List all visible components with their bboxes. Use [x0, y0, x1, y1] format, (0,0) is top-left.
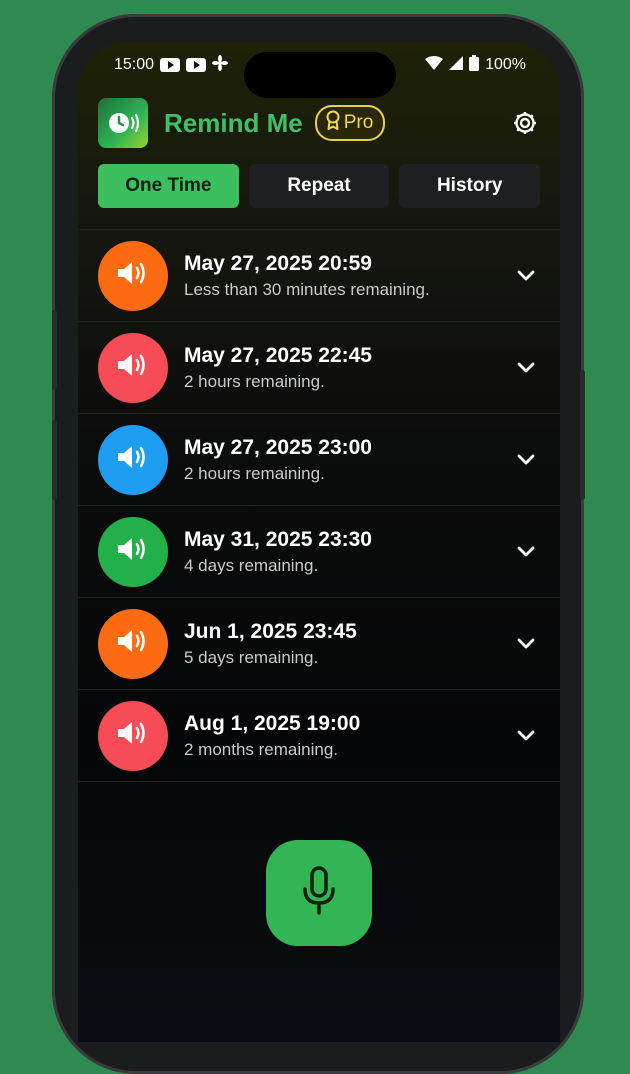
chevron-down-icon[interactable]	[514, 631, 538, 655]
speaker-icon	[116, 535, 150, 568]
reminder-row[interactable]: May 27, 2025 20:59 Less than 30 minutes r…	[78, 229, 560, 322]
youtube-icon	[186, 58, 207, 72]
pro-label: Pro	[343, 112, 374, 133]
speaker-icon	[116, 351, 150, 384]
reminder-datetime: Aug 1, 2025 19:00	[184, 711, 361, 735]
chevron-down-icon[interactable]	[514, 539, 538, 563]
reminder-text: May 27, 2025 20:59 Less than 30 minutes r…	[184, 251, 430, 301]
reminder-text: Aug 1, 2025 19:00 2 months remaining.	[184, 711, 360, 761]
badge-icon	[325, 110, 341, 136]
chevron-down-icon[interactable]	[514, 723, 538, 747]
reminder-datetime: May 27, 2025 22:45	[184, 343, 372, 367]
tab-one-time[interactable]: One Time	[98, 164, 239, 208]
reminder-datetime: May 31, 2025 23:30	[184, 527, 372, 551]
reminder-remaining: 5 days remaining.	[184, 647, 319, 667]
battery-level: 100%	[485, 56, 526, 73]
reminder-text: Jun 1, 2025 23:45 5 days remaining.	[184, 619, 357, 669]
status-bar: 15:00 100%	[114, 54, 526, 76]
reminder-remaining: 2 hours remaining.	[184, 371, 325, 391]
reminder-remaining: 2 months remaining.	[184, 739, 339, 759]
app-header: Remind Me Pro	[98, 98, 540, 148]
reminder-text: May 27, 2025 23:00 2 hours remaining.	[184, 435, 372, 485]
reminder-datetime: May 27, 2025 23:00	[184, 435, 372, 459]
reminder-remaining: Less than 30 minutes remaining.	[184, 279, 430, 299]
chevron-down-icon[interactable]	[514, 263, 538, 287]
phone-side-button	[580, 370, 585, 500]
reminder-datetime: Jun 1, 2025 23:45	[184, 619, 357, 643]
wifi-icon	[425, 55, 444, 75]
reminder-datetime: May 27, 2025 20:59	[184, 251, 372, 275]
reminder-remaining: 4 days remaining.	[184, 555, 319, 575]
microphone-icon	[299, 865, 339, 922]
phone-side-button	[52, 310, 57, 390]
phone-side-button	[52, 420, 57, 500]
battery-icon	[469, 54, 480, 76]
fan-icon	[212, 54, 229, 76]
reminder-sound-button[interactable]	[98, 608, 168, 679]
speaker-icon	[116, 443, 150, 476]
speaker-icon	[116, 719, 150, 752]
reminder-sound-button[interactable]	[98, 700, 168, 771]
reminder-row[interactable]: Aug 1, 2025 19:00 2 months remaining.	[78, 690, 560, 782]
reminder-row[interactable]: Jun 1, 2025 23:45 5 days remaining.	[78, 598, 560, 690]
clock-sound-icon	[98, 98, 148, 148]
chevron-down-icon[interactable]	[514, 355, 538, 379]
reminder-list: May 27, 2025 20:59 Less than 30 minutes r…	[78, 229, 560, 782]
reminder-text: May 27, 2025 22:45 2 hours remaining.	[184, 343, 372, 393]
app-screen: 15:00 100% Remind Me Pro One Time Repeat…	[78, 42, 560, 1042]
speaker-icon	[116, 627, 150, 660]
reminder-sound-button[interactable]	[98, 424, 168, 495]
gear-icon[interactable]	[510, 108, 540, 138]
tab-history[interactable]: History	[399, 164, 541, 208]
reminder-sound-button[interactable]	[98, 332, 168, 403]
youtube-icon	[160, 58, 181, 72]
pro-badge[interactable]: Pro	[314, 105, 386, 141]
reminder-remaining: 2 hours remaining.	[184, 463, 325, 483]
tab-repeat[interactable]: Repeat	[248, 164, 390, 208]
reminder-row[interactable]: May 27, 2025 23:00 2 hours remaining.	[78, 414, 560, 506]
voice-button[interactable]	[266, 840, 372, 946]
reminder-row[interactable]: May 27, 2025 22:45 2 hours remaining.	[78, 322, 560, 414]
speaker-icon	[116, 259, 150, 292]
tab-bar: One Time Repeat History	[98, 164, 541, 210]
reminder-text: May 31, 2025 23:30 4 days remaining.	[184, 527, 372, 577]
reminder-sound-button[interactable]	[98, 240, 168, 311]
app-title: Remind Me	[164, 107, 303, 138]
reminder-sound-button[interactable]	[98, 516, 168, 587]
signal-icon	[449, 55, 464, 75]
chevron-down-icon[interactable]	[514, 447, 538, 471]
reminder-row[interactable]: May 31, 2025 23:30 4 days remaining.	[78, 506, 560, 598]
status-time: 15:00	[114, 56, 155, 73]
